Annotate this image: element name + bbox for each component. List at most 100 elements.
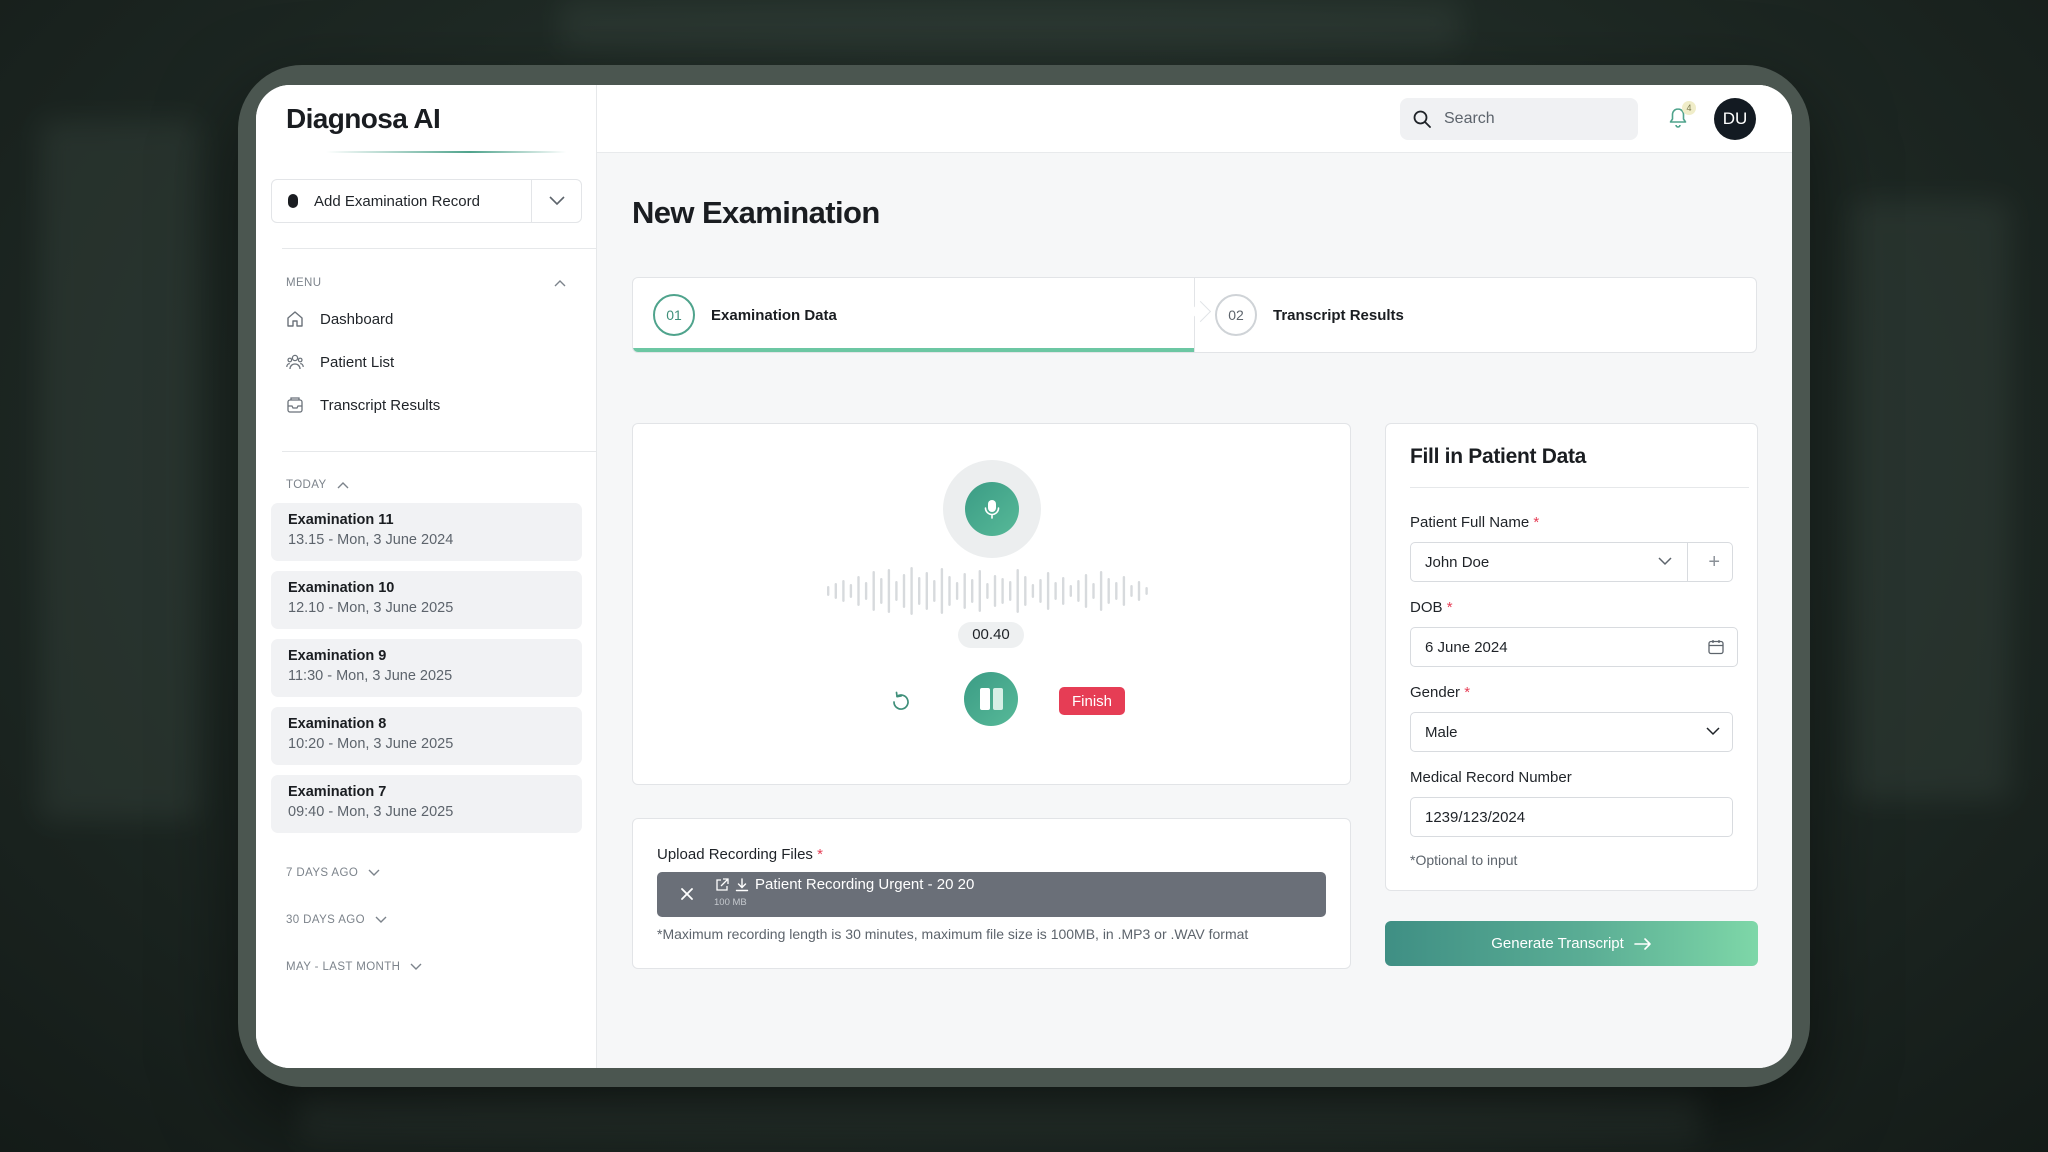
menu-section-label: MENU — [286, 277, 322, 289]
examination-timestamp: 11:30 - Mon, 3 June 2025 — [288, 668, 453, 684]
group-7-days-ago[interactable]: 7 DAYS AGO — [286, 867, 380, 879]
waveform-bar — [1077, 580, 1080, 602]
waveform-bar — [1001, 578, 1004, 604]
waveform-bar — [1145, 587, 1148, 595]
examination-item[interactable]: Examination 9 11:30 - Mon, 3 June 2025 — [271, 639, 582, 697]
search-box — [1400, 98, 1638, 140]
waveform-bar — [1062, 577, 1065, 605]
page-title: New Examination — [632, 195, 880, 230]
users-icon — [286, 354, 304, 370]
waveform-bar — [1122, 576, 1126, 606]
add-record-button[interactable]: Add Examination Record — [272, 180, 531, 222]
group-30-days-ago[interactable]: 30 DAYS AGO — [286, 914, 387, 926]
examination-title: Examination 11 — [288, 512, 394, 528]
sidebar-item-transcript-results[interactable]: Transcript Results — [286, 396, 440, 414]
sidebar-item-patient-list[interactable]: Patient List — [286, 353, 394, 371]
waveform-bar — [872, 571, 875, 611]
chevron-down-icon — [375, 916, 387, 923]
waveform-bar — [993, 575, 997, 607]
mrn-value: 1239/123/2024 — [1425, 808, 1526, 826]
waveform-bar — [842, 580, 845, 602]
group-label: 30 DAYS AGO — [286, 914, 365, 926]
waveform-bar — [948, 576, 951, 606]
waveform-bar — [978, 570, 981, 612]
pause-icon — [979, 688, 990, 710]
search-icon — [1413, 110, 1431, 128]
patient-name-label-text: Patient Full Name — [1410, 514, 1530, 531]
open-external-icon[interactable] — [715, 878, 729, 892]
upload-label: Upload Recording Files * — [657, 846, 823, 863]
dob-value: 6 June 2024 — [1425, 638, 1508, 656]
uploaded-file: Patient Recording Urgent - 20 20 100 MB — [657, 872, 1326, 917]
waveform-bar — [918, 577, 921, 605]
step-number: 01 — [653, 294, 695, 336]
step-examination-data[interactable]: 01 Examination Data — [633, 278, 1194, 352]
mrn-label: Medical Record Number — [1410, 769, 1572, 786]
arrow-right-icon — [1633, 937, 1651, 950]
sidebar-item-label: Patient List — [320, 353, 395, 371]
form-divider — [1410, 487, 1749, 488]
waveform-bar — [880, 578, 883, 604]
examination-title: Examination 9 — [288, 648, 387, 664]
examination-timestamp: 09:40 - Mon, 3 June 2025 — [288, 804, 454, 820]
pause-recording-button[interactable] — [964, 672, 1018, 726]
field-separator — [1687, 543, 1688, 581]
dob-input[interactable]: 6 June 2024 — [1410, 627, 1738, 667]
patient-name-select[interactable]: John Doe + — [1410, 542, 1733, 582]
today-section-header[interactable]: TODAY — [286, 479, 349, 491]
sidebar-item-dashboard[interactable]: Dashboard — [286, 310, 393, 328]
examination-item[interactable]: Examination 8 10:20 - Mon, 3 June 2025 — [271, 707, 582, 765]
reset-recording-button[interactable] — [889, 689, 913, 713]
generate-transcript-button[interactable]: Generate Transcript — [1385, 921, 1758, 966]
recording-timer: 00.40 — [958, 622, 1024, 648]
menu-section-header[interactable]: MENU — [286, 277, 566, 289]
mrn-input[interactable]: 1239/123/2024 — [1410, 797, 1733, 837]
home-icon — [287, 311, 303, 327]
examination-item[interactable]: Examination 10 12.10 - Mon, 3 June 2025 — [271, 571, 582, 629]
remove-file-icon[interactable] — [677, 884, 697, 904]
gender-select[interactable]: Male — [1410, 712, 1733, 752]
dob-label: DOB * — [1410, 599, 1453, 616]
add-record-dropdown-button[interactable] — [531, 180, 581, 222]
top-bar: 4 DU — [597, 85, 1792, 153]
step-transcript-results[interactable]: 02 Transcript Results — [1195, 278, 1756, 352]
waveform-bar — [1099, 571, 1103, 611]
chevron-up-icon — [337, 482, 349, 489]
waveform-bar — [895, 581, 898, 601]
step-label: Examination Data — [711, 306, 837, 324]
waveform-bar — [925, 572, 928, 610]
brand-name: Diagnosa AI — [286, 103, 441, 134]
user-avatar[interactable]: DU — [1714, 98, 1756, 140]
finish-recording-button[interactable]: Finish — [1059, 687, 1125, 715]
brand-underline — [326, 151, 566, 153]
notifications-button[interactable]: 4 — [1668, 101, 1696, 131]
download-icon[interactable] — [735, 878, 749, 892]
device-frame: Diagnosa AI Add Examination Record MENU — [238, 65, 1810, 1087]
chevron-up-icon — [554, 280, 566, 287]
waveform-bar — [1016, 569, 1019, 613]
waveform-bar — [1046, 572, 1050, 610]
calendar-icon[interactable] — [1707, 638, 1725, 656]
sidebar: Diagnosa AI Add Examination Record MENU — [256, 85, 597, 1068]
upload-note: *Maximum recording length is 30 minutes,… — [657, 926, 1249, 942]
file-name: Patient Recording Urgent - 20 20 — [755, 876, 975, 893]
waveform-bar — [1069, 585, 1072, 597]
microphone-button[interactable] — [965, 482, 1019, 536]
brand: Diagnosa AI — [256, 85, 596, 153]
mic-halo — [943, 460, 1041, 558]
waveform-bar — [1107, 578, 1110, 604]
pause-icon — [992, 688, 1003, 710]
examination-item[interactable]: Examination 7 09:40 - Mon, 3 June 2025 — [271, 775, 582, 833]
waveform-bar — [827, 586, 830, 596]
sidebar-item-label: Transcript Results — [320, 396, 441, 414]
group-last-month[interactable]: MAY - LAST MONTH — [286, 961, 422, 973]
waveform-bar — [857, 576, 860, 606]
waveform-bar — [971, 579, 974, 603]
search-input[interactable] — [1444, 110, 1624, 128]
examination-item[interactable]: Examination 11 13.15 - Mon, 3 June 2024 — [271, 503, 582, 561]
examination-title: Examination 8 — [288, 716, 387, 732]
microphone-icon — [288, 194, 298, 208]
gender-label: Gender * — [1410, 684, 1470, 701]
refresh-icon — [893, 691, 909, 710]
add-patient-button[interactable]: + — [1708, 552, 1720, 572]
